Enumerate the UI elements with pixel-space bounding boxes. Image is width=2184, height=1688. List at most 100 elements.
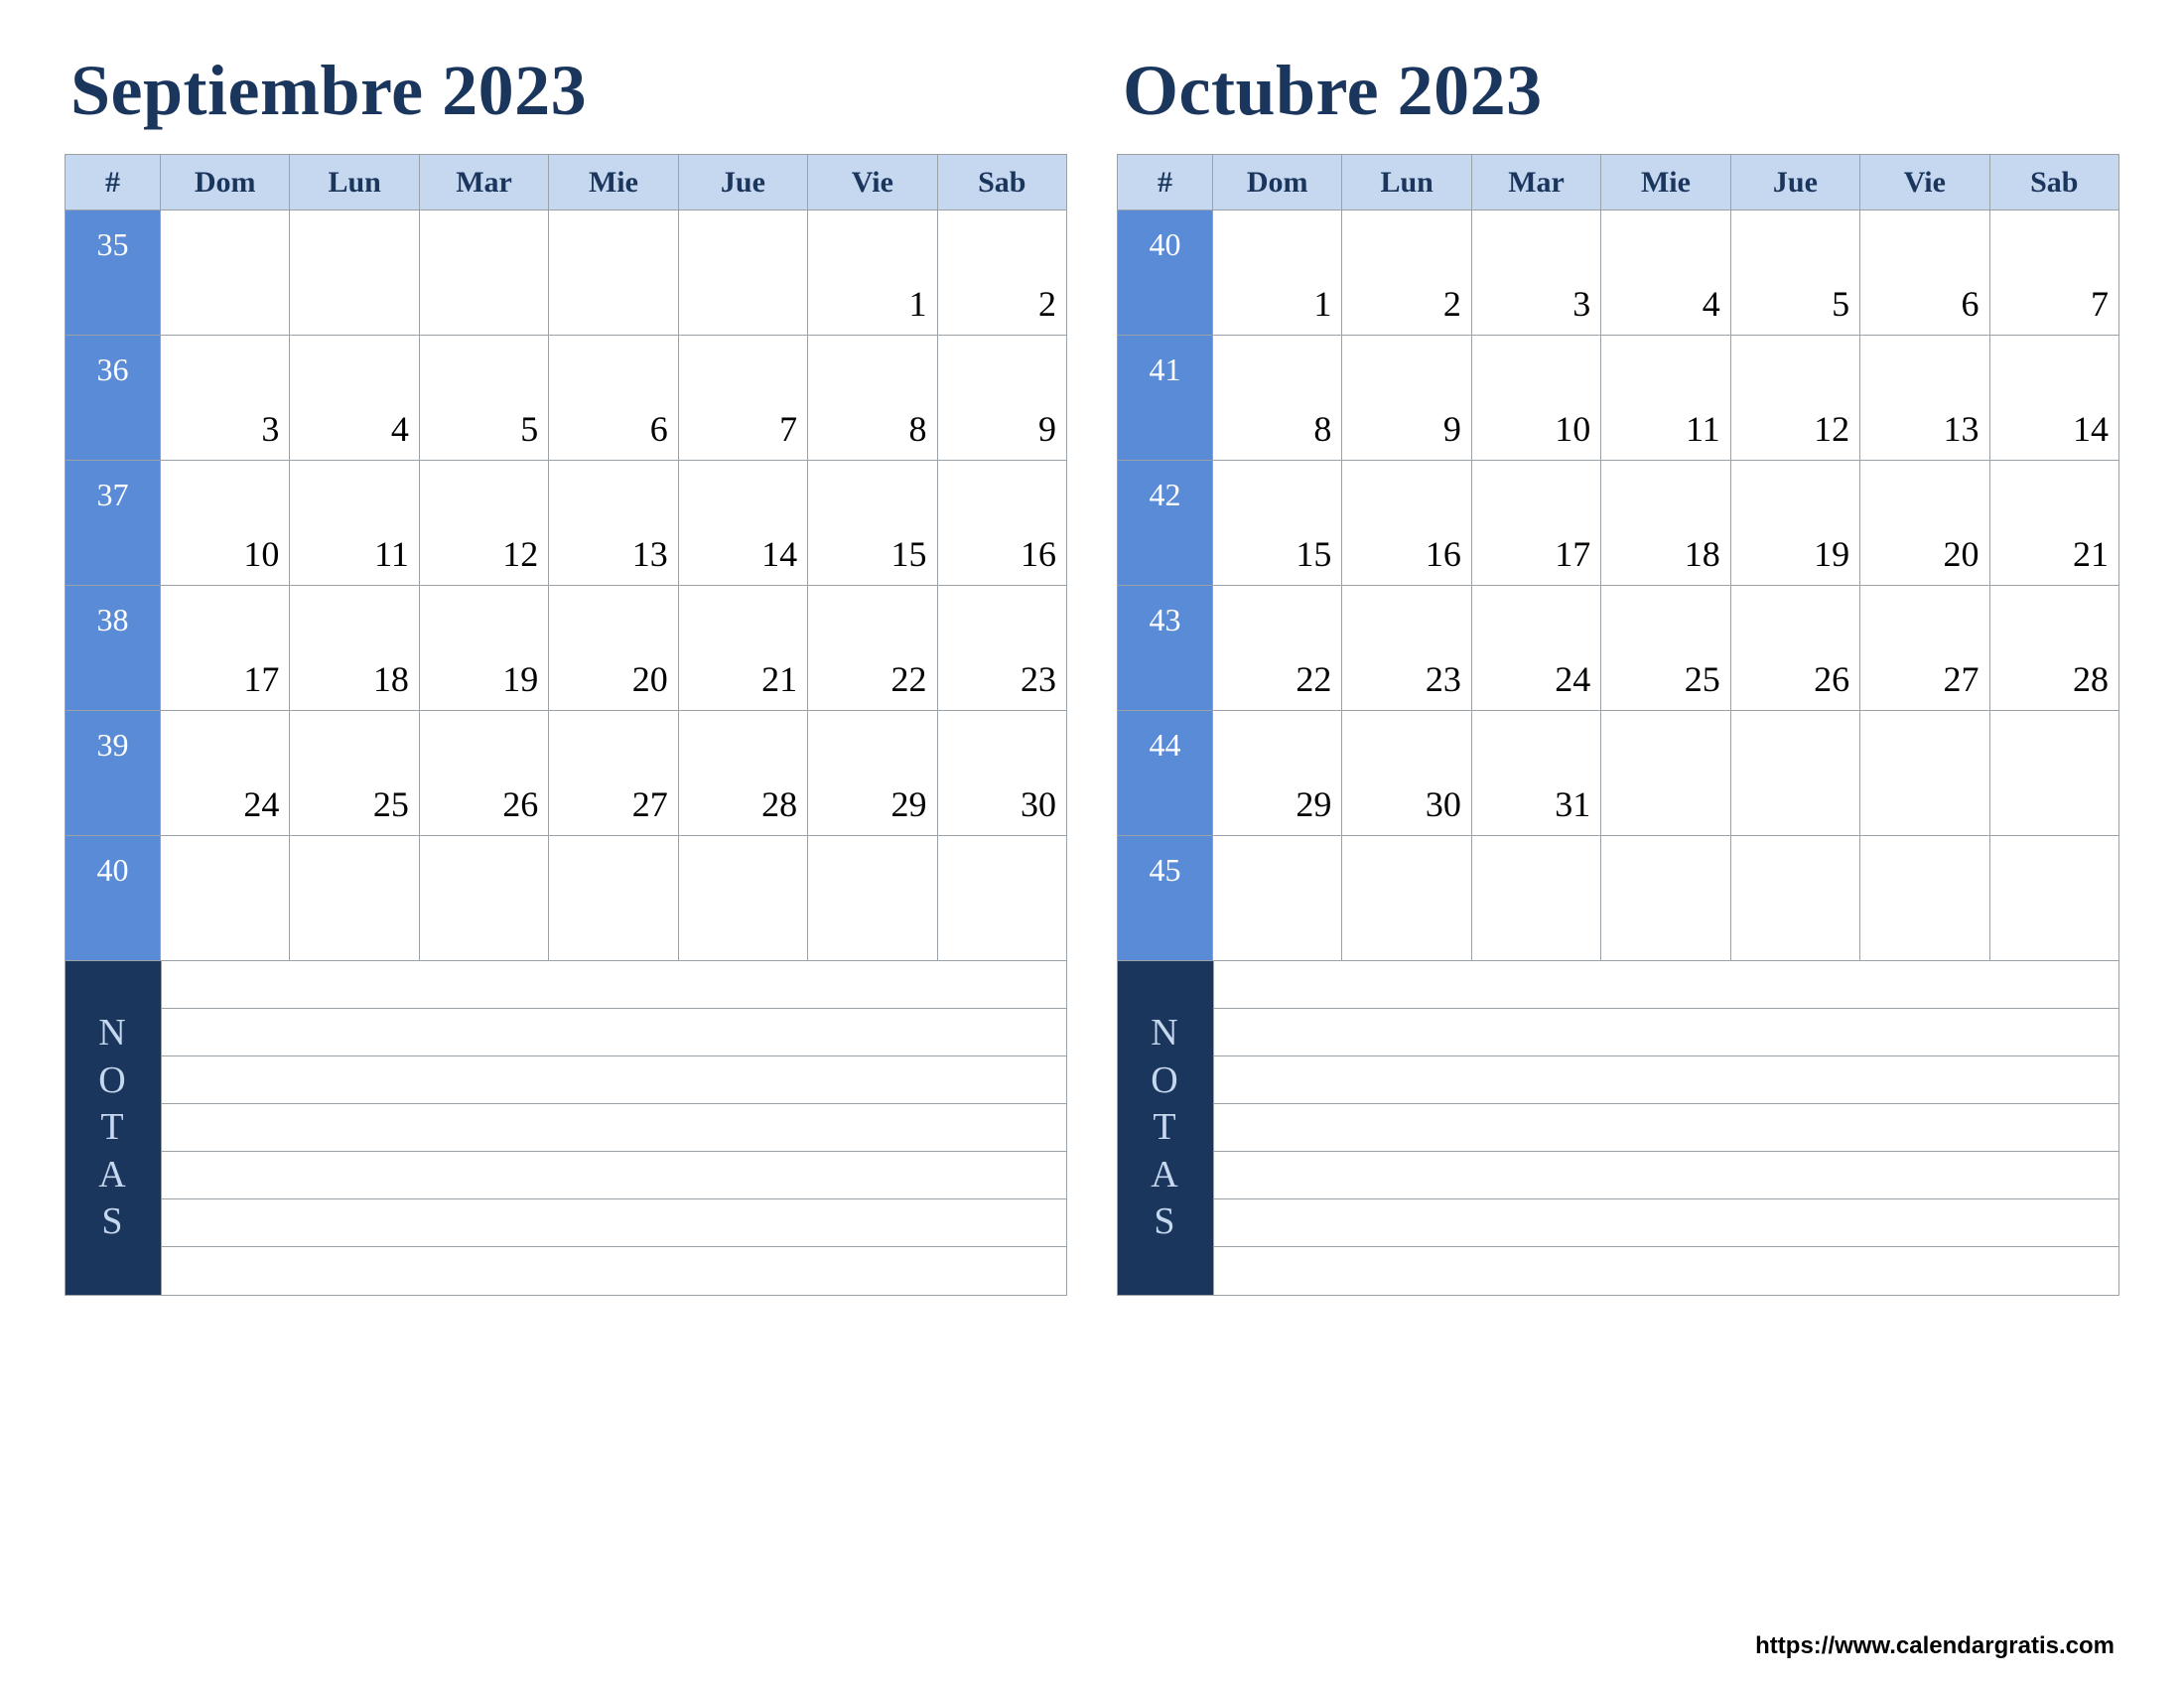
day-cell: 25 [1601,586,1730,711]
weekday-header: Mie [549,155,678,211]
calendar-week-row: 3512 [66,211,1067,336]
weekday-header: Mar [1471,155,1600,211]
day-cell: 16 [937,461,1066,586]
day-cell [1601,836,1730,961]
day-cell: 22 [1213,586,1342,711]
weekday-header: Vie [808,155,937,211]
day-cell: 8 [808,336,937,461]
day-cell: 11 [290,461,419,586]
note-line[interactable] [161,1152,1066,1199]
weekday-header: Lun [290,155,419,211]
notes-label-letter: T [100,1104,125,1152]
calendar-week-row: 41891011121314 [1118,336,2119,461]
day-cell [419,836,548,961]
notes-label-letter: O [1151,1057,1179,1105]
day-cell: 2 [937,211,1066,336]
day-cell [1730,836,1859,961]
week-number-cell: 45 [1118,836,1213,961]
day-cell: 7 [1989,211,2118,336]
day-cell: 26 [419,711,548,836]
day-cell [1213,836,1342,961]
day-cell: 17 [161,586,290,711]
day-cell [1342,836,1471,961]
notes-section: NOTAS [1118,961,2119,1296]
notes-label-letter: A [1151,1152,1179,1199]
month-block-right: Octubre 2023 # Dom Lun Mar Mie Jue Vie S… [1117,50,2119,1296]
weekday-header: Sab [1989,155,2118,211]
note-line[interactable] [161,1104,1066,1152]
day-cell: 3 [161,336,290,461]
calendar-week-row: 4322232425262728 [1118,586,2119,711]
notes-label-letter: O [98,1057,127,1105]
day-cell: 25 [290,711,419,836]
note-line[interactable] [1213,1199,2118,1247]
day-cell [161,211,290,336]
weekday-header: Mie [1601,155,1730,211]
day-cell [808,836,937,961]
month-title: Octubre 2023 [1123,50,2119,132]
note-line[interactable] [1213,1247,2118,1295]
day-cell: 7 [678,336,807,461]
day-cell: 12 [1730,336,1859,461]
day-cell: 9 [937,336,1066,461]
weekday-header: Lun [1342,155,1471,211]
day-cell [161,836,290,961]
note-line[interactable] [161,1009,1066,1056]
calendar-week-row: 363456789 [66,336,1067,461]
notes-section: NOTAS [66,961,1067,1296]
note-line[interactable] [161,961,1066,1009]
day-cell: 4 [1601,211,1730,336]
weekday-header: Dom [1213,155,1342,211]
note-line[interactable] [161,1056,1066,1104]
month-title: Septiembre 2023 [70,50,1067,132]
notes-label: NOTAS [66,961,161,1295]
day-cell: 11 [1601,336,1730,461]
note-line[interactable] [1213,1009,2118,1056]
week-number-cell: 44 [1118,711,1213,836]
day-cell: 6 [549,336,678,461]
day-cell: 8 [1213,336,1342,461]
note-line[interactable] [1213,961,2118,1009]
day-cell [1471,836,1600,961]
week-number-cell: 37 [66,461,161,586]
day-cell: 6 [1860,211,1989,336]
week-number-cell: 38 [66,586,161,711]
note-line[interactable] [161,1247,1066,1295]
day-cell [1860,836,1989,961]
day-cell: 27 [1860,586,1989,711]
day-cell [1601,711,1730,836]
day-cell [1860,711,1989,836]
day-cell: 21 [1989,461,2118,586]
day-cell: 4 [290,336,419,461]
day-cell [419,211,548,336]
calendar-week-row: 45 [1118,836,2119,961]
day-cell [678,836,807,961]
month-block-left: Septiembre 2023 # Dom Lun Mar Mie Jue Vi… [65,50,1067,1296]
note-line[interactable] [1213,1056,2118,1104]
day-cell: 29 [808,711,937,836]
week-number-cell: 43 [1118,586,1213,711]
week-number-cell: 39 [66,711,161,836]
note-line[interactable] [1213,1104,2118,1152]
day-cell: 18 [290,586,419,711]
day-cell: 22 [808,586,937,711]
calendar-table: # Dom Lun Mar Mie Jue Vie Sab 4012345674… [1117,154,2119,1296]
weekday-header-row: # Dom Lun Mar Mie Jue Vie Sab [1118,155,2119,211]
day-cell: 12 [419,461,548,586]
calendar-week-row: 3710111213141516 [66,461,1067,586]
day-cell: 9 [1342,336,1471,461]
calendar-week-row: 44293031 [1118,711,2119,836]
day-cell: 18 [1601,461,1730,586]
day-cell [937,836,1066,961]
day-cell: 28 [1989,586,2118,711]
weekday-header: Dom [161,155,290,211]
notes-label-letter: N [1151,1010,1179,1057]
week-number-header: # [1118,155,1213,211]
day-cell: 15 [1213,461,1342,586]
day-cell: 17 [1471,461,1600,586]
notes-lines [161,961,1066,1295]
day-cell: 10 [1471,336,1600,461]
note-line[interactable] [161,1199,1066,1247]
day-cell: 10 [161,461,290,586]
note-line[interactable] [1213,1152,2118,1199]
